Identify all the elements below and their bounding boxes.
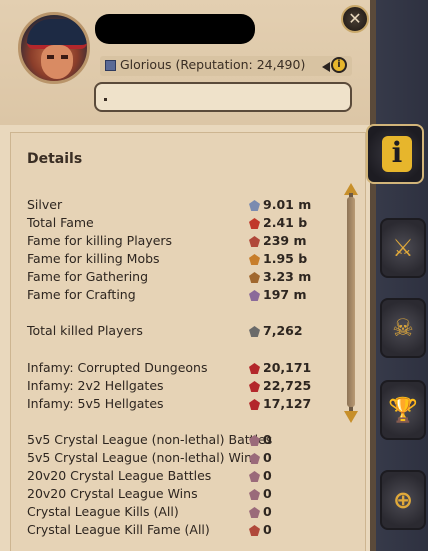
crystal-fame-icon — [249, 525, 260, 536]
stat-label: 5v5 Crystal League (non-lethal) Wins — [27, 450, 259, 465]
stat-row: 20v20 Crystal League Battles 0 — [27, 468, 327, 486]
stat-label: Crystal League Kill Fame (All) — [27, 522, 210, 537]
stat-label: Infamy: Corrupted Dungeons — [27, 360, 208, 375]
stat-row: Infamy: 5v5 Hellgates 17,127 — [27, 396, 327, 414]
stat-label: 20v20 Crystal League Wins — [27, 486, 198, 501]
stat-row: Total Fame 2.41 b — [27, 215, 327, 233]
stat-row: Silver 9.01 m — [27, 197, 327, 215]
fame-icon — [249, 218, 260, 229]
stat-label: Fame for Gathering — [27, 269, 149, 284]
stat-label: Silver — [27, 197, 63, 212]
stat-value: 0 — [263, 450, 272, 465]
crystal-shield-icon — [249, 471, 260, 482]
stat-value: 20,171 — [263, 360, 312, 375]
guild-icon: ⊕ — [392, 486, 414, 514]
info-icon: i — [331, 57, 347, 73]
stat-value: 239 m — [263, 233, 307, 248]
close-icon: ✕ — [348, 9, 362, 28]
arrow-left-icon — [322, 62, 330, 72]
guild-tab[interactable]: ⊕ — [380, 470, 426, 530]
stat-value: 1.95 b — [263, 251, 308, 266]
stat-value: 197 m — [263, 287, 307, 302]
player-avatar[interactable] — [18, 12, 90, 84]
crossed-swords-icon — [249, 326, 260, 337]
stat-label: Crystal League Kills (All) — [27, 504, 179, 519]
stat-label: Infamy: 5v5 Hellgates — [27, 396, 164, 411]
stat-value: 0 — [263, 486, 272, 501]
stat-label: Fame for killing Players — [27, 233, 173, 248]
pvp-fame-icon — [249, 236, 260, 247]
silver-icon — [249, 200, 260, 211]
stat-value: 0 — [263, 468, 272, 483]
character-panel: ✕ Glorious (Reputation: 24,490) i Detail… — [0, 0, 376, 551]
crafting-fame-icon — [249, 290, 260, 301]
pve-fame-icon — [249, 254, 260, 265]
pvp-tab[interactable]: ☠ — [380, 298, 426, 358]
infamy-icon — [249, 381, 260, 392]
stat-row: Total killed Players 7,262 — [27, 323, 327, 341]
player-motto-field[interactable] — [94, 82, 352, 112]
scroll-thumb[interactable] — [347, 197, 355, 407]
stat-value: 0 — [263, 504, 272, 519]
stat-value: 2.41 b — [263, 215, 308, 230]
stat-label: Fame for Crafting — [27, 287, 136, 302]
combat-icon: ⚔ — [392, 234, 414, 262]
stat-row: Crystal League Kill Fame (All) 0 — [27, 522, 327, 540]
avatar-face — [41, 45, 73, 79]
stat-label: 20v20 Crystal League Battles — [27, 468, 212, 483]
stat-label: Fame for killing Mobs — [27, 251, 160, 266]
player-name-redacted — [95, 14, 255, 44]
stat-row: 20v20 Crystal League Wins 0 — [27, 486, 327, 504]
stat-value: 22,725 — [263, 378, 312, 393]
stat-row: Fame for killing Mobs 1.95 b — [27, 251, 327, 269]
details-scrollbar[interactable] — [344, 183, 358, 423]
stat-row: 5v5 Crystal League (non-lethal) Battles 0 — [27, 432, 327, 450]
scroll-down-arrow-icon[interactable] — [344, 411, 358, 423]
infamy-icon — [249, 363, 260, 374]
details-title: Details — [27, 151, 83, 167]
stat-label: Total killed Players — [27, 323, 143, 338]
stat-value: 0 — [263, 432, 272, 447]
achievements-tab[interactable]: 🏆 — [380, 380, 426, 440]
stat-label: 5v5 Crystal League (non-lethal) Battles — [27, 432, 273, 447]
stat-row: Infamy: 2v2 Hellgates 22,725 — [27, 378, 327, 396]
pvp-icon: ☠ — [392, 314, 414, 342]
gathering-fame-icon — [249, 272, 260, 283]
sidebar-tabs: i ⚔ ☠ 🏆 ⊕ — [366, 0, 428, 551]
stat-value: 0 — [263, 522, 272, 537]
combat-tab[interactable]: ⚔ — [380, 218, 426, 278]
stat-row: 5v5 Crystal League (non-lethal) Wins 0 — [27, 450, 327, 468]
stat-label: Infamy: 2v2 Hellgates — [27, 378, 164, 393]
stat-row: Fame for killing Players 239 m — [27, 233, 327, 251]
stat-row: Infamy: Corrupted Dungeons 20,171 — [27, 360, 327, 378]
achievements-icon: 🏆 — [388, 396, 418, 424]
avatar-eye — [61, 55, 68, 59]
reputation-text: Glorious (Reputation: 24,490) — [120, 57, 306, 72]
crystal-shield-icon — [249, 507, 260, 518]
stat-value: 17,127 — [263, 396, 312, 411]
stat-value: 9.01 m — [263, 197, 312, 212]
reputation-bar: Glorious (Reputation: 24,490) i — [100, 56, 352, 76]
stat-value: 3.23 m — [263, 269, 312, 284]
text-cursor — [104, 98, 107, 101]
stat-row: Fame for Crafting 197 m — [27, 287, 327, 305]
info-tab[interactable]: i — [366, 124, 424, 184]
stat-row: Fame for Gathering 3.23 m — [27, 269, 327, 287]
details-section: Details Silver 9.01 m Total Fame 2.41 b Fame… — [10, 132, 366, 551]
crystal-shield-icon — [249, 489, 260, 500]
reputation-info-button[interactable]: i — [322, 56, 352, 76]
reputation-icon — [105, 60, 116, 71]
stat-row: Crystal League Kills (All) 0 — [27, 504, 327, 522]
stat-label: Total Fame — [27, 215, 94, 230]
info-icon: i — [391, 136, 403, 169]
stat-value: 7,262 — [263, 323, 303, 338]
avatar-eye — [47, 55, 54, 59]
close-button[interactable]: ✕ — [341, 5, 369, 33]
infamy-icon — [249, 399, 260, 410]
